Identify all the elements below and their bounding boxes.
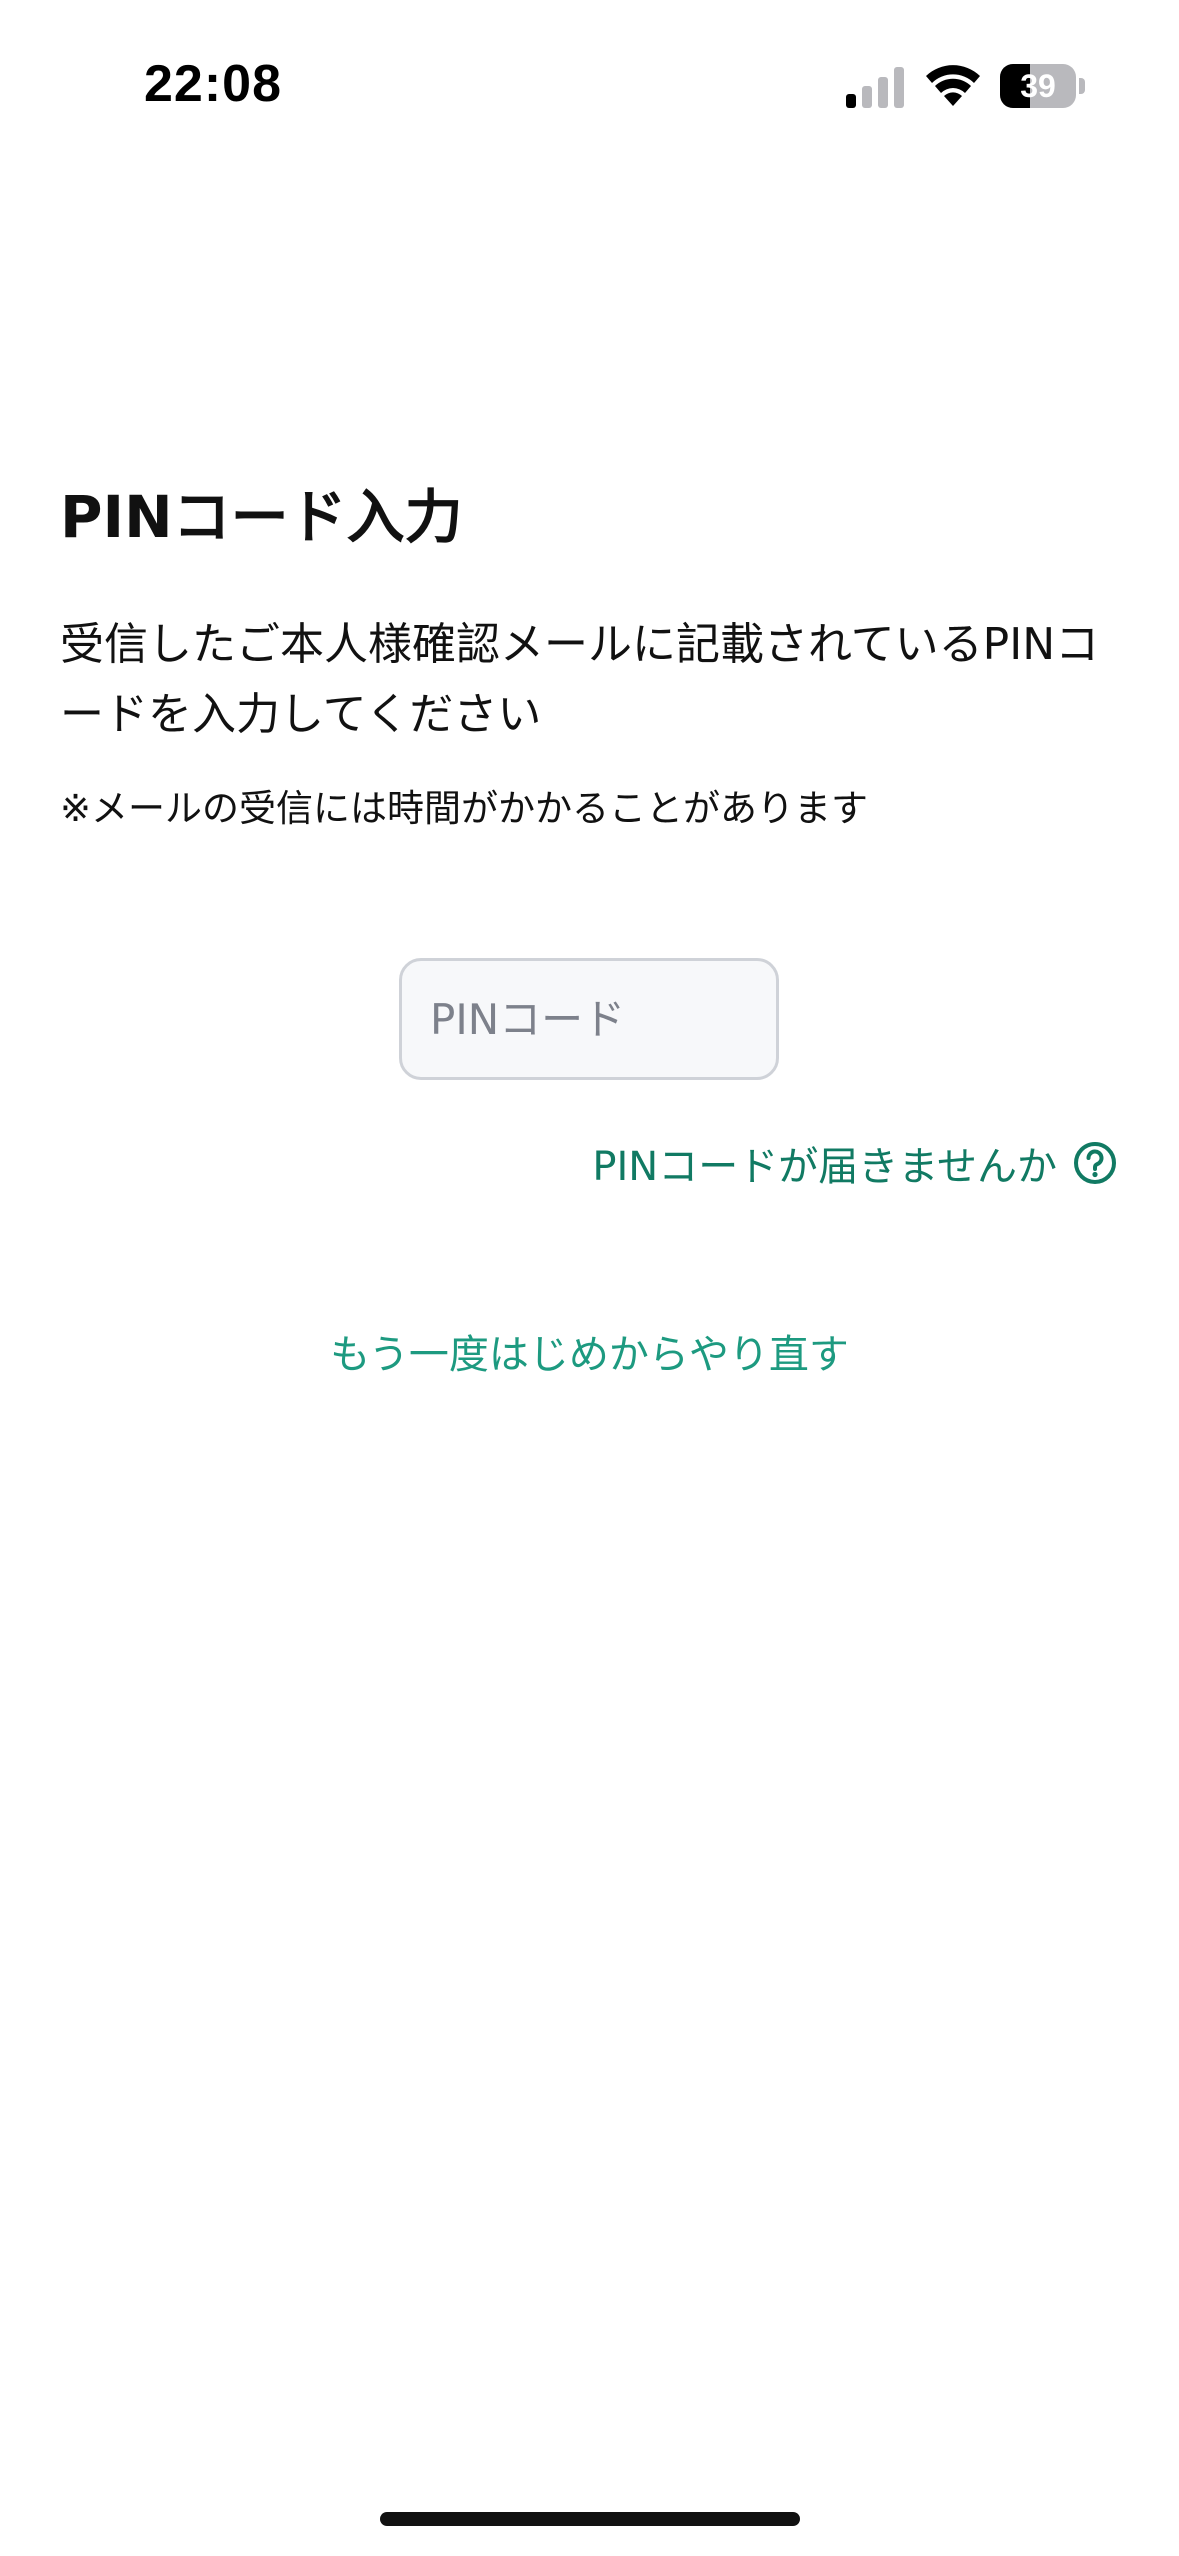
pin-code-input[interactable] <box>399 958 779 1080</box>
pin-not-received-label: PINコードが届きませんか <box>592 1144 1057 1190</box>
status-bar: 22:08 39 <box>0 0 1179 170</box>
restart-from-beginning-link[interactable]: もう一度はじめからやり直す <box>0 1322 1179 1380</box>
page-title: PINコード入力 <box>60 483 463 551</box>
question-circle-icon <box>1074 1142 1116 1184</box>
instruction-text: 受信したご本人様確認メールに記載されているPINコードを入力してください <box>60 619 1100 740</box>
signal-icon <box>846 67 904 108</box>
status-time: 22:08 <box>144 55 282 113</box>
battery-percentage: 39 <box>1020 68 1056 104</box>
home-indicator <box>380 2512 800 2526</box>
note-text: ※メールの受信には時間がかかることがあります <box>60 787 869 830</box>
battery-cap <box>1079 78 1085 94</box>
wifi-icon <box>926 65 980 106</box>
battery-body: 39 <box>1000 64 1076 108</box>
pin-not-received-link[interactable]: PINコードが届きませんか <box>592 1134 1117 1192</box>
battery-icon: 39 <box>1000 64 1086 108</box>
